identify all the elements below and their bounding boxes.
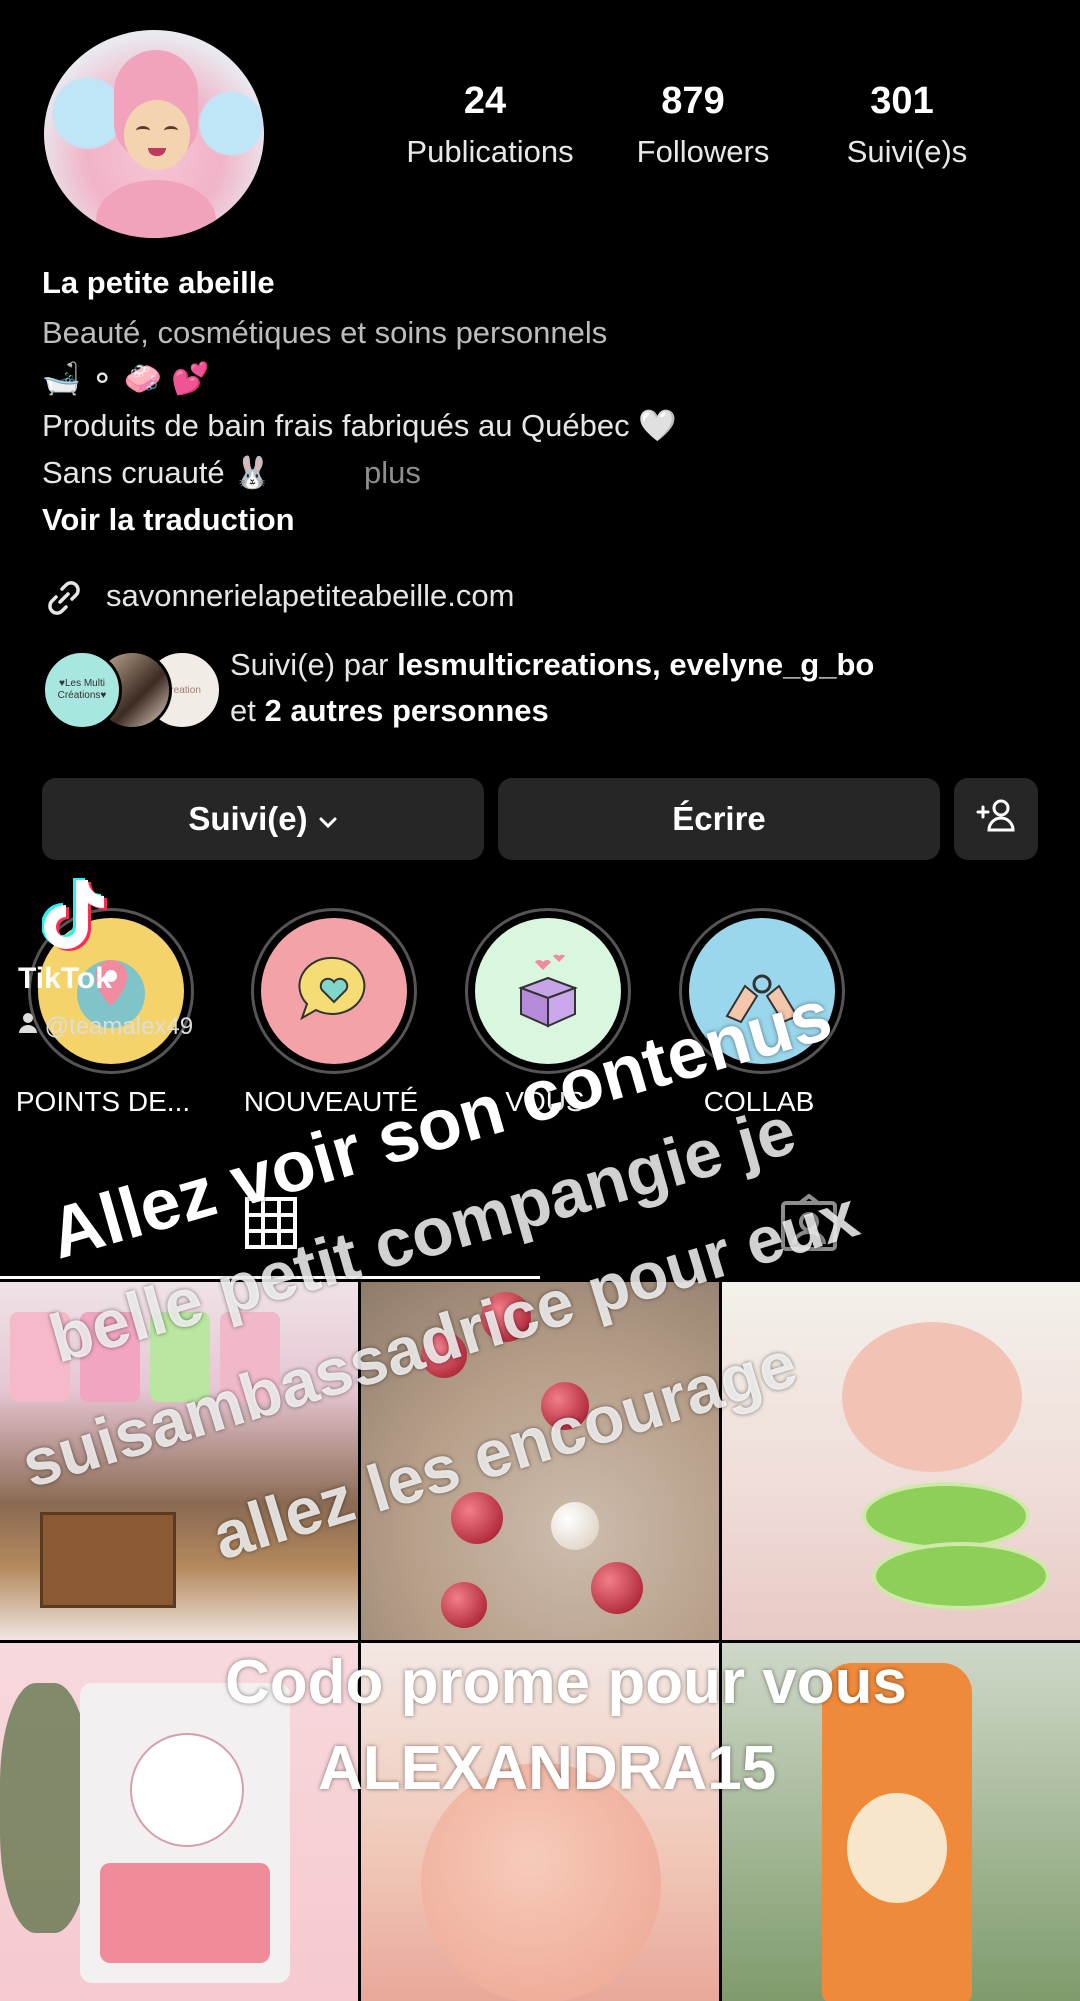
gift-box-icon (518, 954, 578, 1028)
stat-followers[interactable]: 879 (593, 80, 793, 123)
bio-line-2: Sans cruauté 🐰 (42, 455, 272, 490)
highlight-label-1: POINTS DE... (15, 1086, 191, 1117)
stat-following-label: Suivi(e)s (846, 134, 968, 169)
message-button-label: Écrire (672, 800, 766, 837)
tiktok-handle: @teamalex49 (44, 1013, 194, 1040)
tiktok-handle-row: @teamalex49 (18, 1012, 193, 1041)
stat-posts[interactable]: 24 (385, 80, 585, 123)
stat-following-count: 301 (870, 80, 934, 122)
bio-more-link[interactable]: plus (364, 450, 421, 496)
stat-following[interactable]: 301 (802, 80, 1002, 123)
stat-followers-label: Followers (636, 134, 770, 169)
followed-names: lesmulticreations, evelyne_g_bo (397, 647, 875, 682)
bio-emoji-line: 🛁 ⚬ 🧼 💕 (42, 361, 210, 396)
person-icon (18, 1013, 45, 1040)
following-button[interactable]: Suivi(e) (42, 778, 484, 860)
stat-followers-count: 879 (661, 80, 725, 122)
profile-avatar[interactable] (44, 30, 264, 238)
overlay-line-6: ALEXANDRA15 (318, 1734, 777, 1803)
link-icon (42, 576, 86, 620)
mutual-avatar-text: ♥Les Multi Créations♥ (42, 650, 122, 730)
mutual-followers-avatars[interactable]: Creation ♥Les Multi Créations♥ (42, 650, 222, 730)
highlight-nouveaute[interactable] (251, 908, 417, 1074)
chevron-down-icon (318, 800, 338, 838)
tiktok-brand: TikTok (18, 962, 112, 995)
following-button-label: Suivi(e) (188, 800, 308, 837)
speech-heart-icon (298, 956, 366, 1021)
bio-line-1: Produits de bain frais fabriqués au Québ… (42, 408, 677, 443)
stat-posts-label: Publications (406, 134, 574, 169)
translate-link[interactable]: Voir la traduction (42, 497, 295, 543)
website-link[interactable]: savonnerielapetiteabeille.com (106, 573, 514, 619)
profile-category: Beauté, cosmétiques et soins personnels (42, 315, 608, 350)
message-button[interactable]: Écrire (498, 778, 940, 860)
profile-name: La petite abeille (42, 265, 275, 300)
overlay-line-5: Codo prome pour vous (225, 1648, 907, 1717)
followed-prefix: Suivi(e) par (230, 647, 398, 682)
followed-others: 2 autres personnes (264, 693, 549, 728)
add-user-icon (976, 798, 1016, 840)
tiktok-logo-icon (41, 876, 108, 957)
suggest-user-button[interactable] (954, 778, 1038, 860)
followed-by-text[interactable]: Suivi(e) par lesmulticreations, evelyne_… (230, 642, 874, 734)
stat-posts-count: 24 (463, 80, 507, 122)
followed-and: et (230, 693, 265, 728)
